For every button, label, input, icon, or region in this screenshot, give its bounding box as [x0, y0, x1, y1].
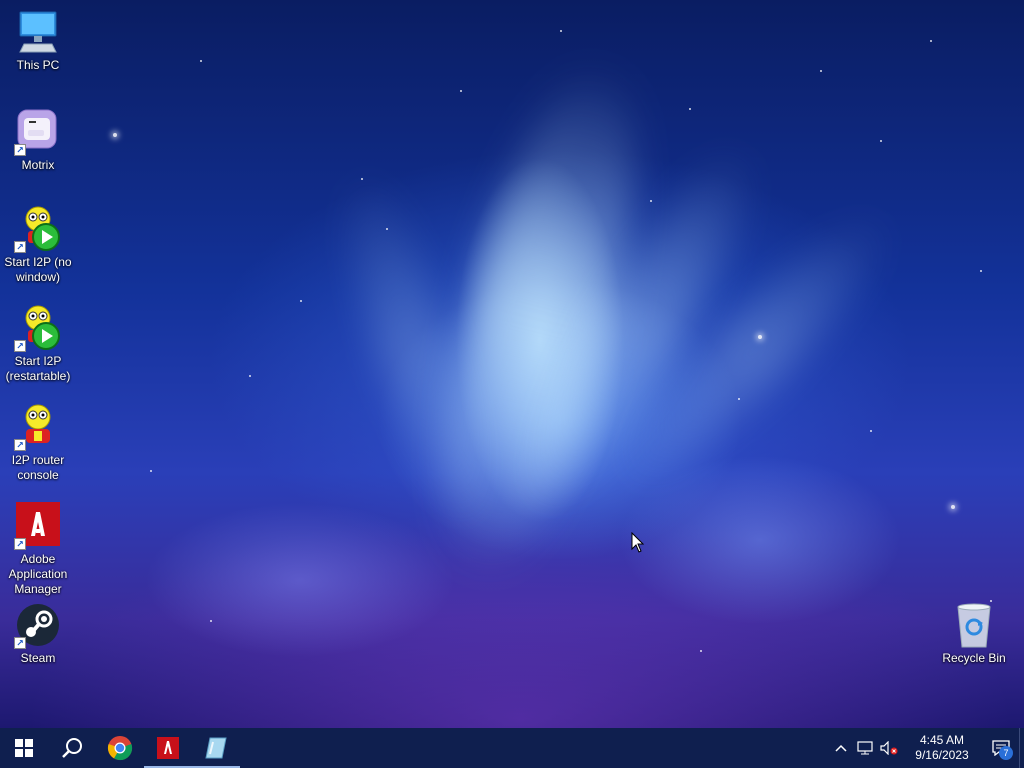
shortcut-arrow-icon: ↗	[14, 144, 26, 156]
desktop-icon-motrix[interactable]: ↗ Motrix	[0, 108, 76, 173]
shortcut-arrow-icon: ↗	[14, 637, 26, 649]
search-icon	[62, 738, 82, 758]
start-icon	[15, 739, 33, 757]
clock-date: 9/16/2023	[915, 748, 969, 762]
taskbar-clock[interactable]: 4:45 AM 9/16/2023	[907, 733, 977, 763]
taskbar-adobe[interactable]	[144, 728, 192, 768]
recycle-bin-icon	[950, 601, 998, 649]
desktop-icon-i2p-router-console[interactable]: ↗ I2P router console	[0, 403, 76, 483]
show-desktop-button[interactable]	[1019, 728, 1024, 768]
desktop-icon-label: Motrix	[21, 158, 55, 172]
adobe-icon: ↗	[14, 502, 62, 550]
desktop-icon-label: Start I2P (restartable)	[5, 354, 71, 383]
clock-time: 4:45 AM	[919, 733, 965, 747]
taskbar: 4:45 AM 9/16/2023 7	[0, 728, 1024, 768]
desktop-icon-adobe-application-manager[interactable]: ↗ Adobe Application Manager	[0, 502, 76, 597]
shortcut-arrow-icon: ↗	[14, 340, 26, 352]
desktop-icon-steam[interactable]: ↗ Steam	[0, 601, 76, 666]
steam-icon: ↗	[14, 601, 62, 649]
show-hidden-icons-chevron-up-icon[interactable]	[829, 728, 853, 768]
start-button[interactable]	[0, 728, 48, 768]
shortcut-arrow-icon: ↗	[14, 439, 26, 451]
shortcut-arrow-icon: ↗	[14, 241, 26, 253]
desktop-icon-recycle-bin[interactable]: Recycle Bin	[936, 601, 1012, 666]
volume-muted-icon[interactable]	[877, 728, 901, 768]
motrix-icon: ↗	[14, 108, 62, 156]
desktop-icon-label: Recycle Bin	[942, 651, 1006, 665]
i2p-start-icon: ↗	[14, 304, 62, 352]
i2p-icon: ↗	[14, 403, 62, 451]
action-center-button[interactable]: 7	[983, 728, 1019, 768]
notification-count-badge: 7	[999, 746, 1013, 760]
chrome-icon	[107, 736, 133, 761]
desktop-icon-label: Adobe Application Manager	[8, 552, 68, 596]
glass-app-icon	[205, 737, 227, 759]
computer-icon	[14, 8, 62, 56]
taskbar-glass-app[interactable]	[192, 728, 240, 768]
i2p-start-icon: ↗	[14, 205, 62, 253]
shortcut-arrow-icon: ↗	[14, 538, 26, 550]
system-tray: 4:45 AM 9/16/2023 7	[829, 728, 1024, 768]
desktop-wallpaper[interactable]	[0, 0, 1024, 728]
desktop-icon-this-pc[interactable]: This PC	[0, 8, 76, 73]
mouse-cursor-icon	[631, 531, 645, 559]
desktop-icon-label: Steam	[20, 651, 56, 665]
network-icon[interactable]	[853, 728, 877, 768]
desktop-icon-label: I2P router console	[11, 453, 65, 482]
desktop-icon-label: This PC	[16, 58, 60, 72]
desktop-icon-start-i2p-no-window[interactable]: ↗ Start I2P (no window)	[0, 205, 76, 285]
search-button[interactable]	[48, 728, 96, 768]
desktop-icon-start-i2p-restartable[interactable]: ↗ Start I2P (restartable)	[0, 304, 76, 384]
desktop-icon-label: Start I2P (no window)	[4, 255, 72, 284]
adobe-icon	[157, 737, 179, 759]
taskbar-chrome[interactable]	[96, 728, 144, 768]
